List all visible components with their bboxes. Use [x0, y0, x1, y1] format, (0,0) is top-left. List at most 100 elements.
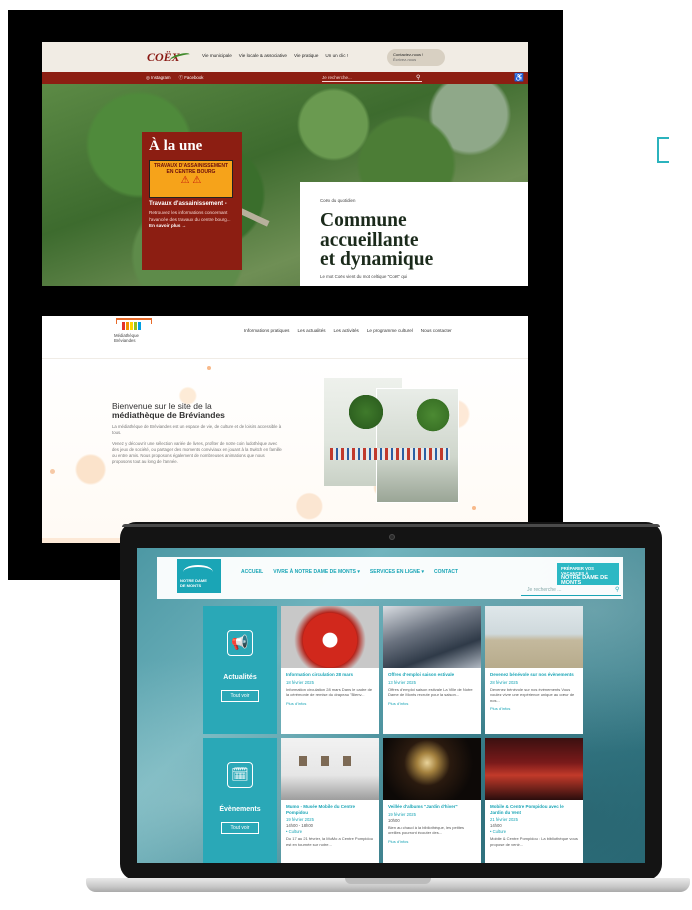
event-card[interactable]: Mobile & Centre Pompidou avec le Jardin …: [485, 738, 583, 863]
nav-informations-pratiques[interactable]: Informations pratiques: [244, 328, 289, 333]
card-text: Mobile & Centre Pompidou : La bibliothèq…: [490, 836, 578, 847]
coex-featured-card[interactable]: À la une TRAVAUX D'ASSAINISSEMENT EN CEN…: [142, 132, 242, 270]
events-tile: 🗓 Évènements Tout voir: [203, 738, 277, 863]
megaphone-icon: 📢: [227, 630, 253, 656]
laptop-screen: NOTRE DAME DE MONTS ACCUEIL VIVRE À NOTR…: [137, 548, 645, 863]
facebook-link[interactable]: ⓕ Facebook: [179, 75, 204, 81]
cta-strong: NOTRE DAME DE MONTS: [561, 575, 608, 586]
search-underline: [521, 595, 621, 596]
ndm-header: NOTRE DAME DE MONTS ACCUEIL VIVRE À NOTR…: [157, 557, 623, 599]
ndm-logo[interactable]: NOTRE DAME DE MONTS: [177, 559, 221, 593]
intro-lead: Le mot Coëx vient du mot celtique "Coët"…: [320, 273, 408, 279]
welcome-paragraph-2: Venez y découvrir une sélection variée d…: [112, 441, 282, 464]
logo-book-shape: [130, 322, 133, 330]
event-card[interactable]: Mumo - Musée Mobile du Centre Pompidou 1…: [281, 738, 379, 863]
artwork-shape: [343, 756, 351, 766]
card-category: • Culture: [286, 829, 303, 834]
accessibility-icon[interactable]: ♿: [514, 73, 524, 82]
laptop-opening-notch: [345, 878, 431, 884]
card-text: Devenez bénévole sur nos évènements Vous…: [490, 686, 575, 703]
ndm-main-nav: ACCUEIL VIVRE À NOTRE DAME DE MONTS ▾ SE…: [241, 569, 458, 575]
featured-card-text: Retrouvez les informations concernant l'…: [149, 210, 235, 230]
events-tile-title: Évènements: [219, 806, 261, 813]
wave-icon: [183, 565, 213, 579]
card-more-link[interactable]: Plus d'infos: [286, 701, 374, 706]
ndm-logo-text: NOTRE DAME DE MONTS: [180, 578, 207, 588]
coex-website-screenshot: COËX Vie municipale Vie locale & associa…: [42, 42, 528, 286]
intro-headline: Commune accueillante et dynamique: [320, 210, 434, 270]
nav-vivre-a-ndm[interactable]: VIVRE À NOTRE DAME DE MONTS ▾: [273, 569, 360, 575]
instagram-label: Instagram: [151, 75, 171, 80]
search-icon[interactable]: ⚲: [416, 74, 420, 81]
ndm-search-input[interactable]: Je recherche ...: [527, 587, 561, 593]
coex-header: COËX Vie municipale Vie locale & associa…: [42, 42, 528, 72]
beach-volunteers-image: [485, 606, 583, 668]
read-more-link[interactable]: En savoir plus →: [149, 223, 186, 228]
news-see-all-button[interactable]: Tout voir: [221, 690, 259, 702]
decorative-dot: [50, 469, 55, 474]
card-more-link[interactable]: Plus d'infos: [388, 701, 476, 706]
mediatheque-logo-text[interactable]: Médiathèque Bréviandes: [114, 333, 139, 343]
coex-main-nav: Vie municipale Vie locale & associative …: [202, 53, 348, 58]
works-sign-image: TRAVAUX D'ASSAINISSEMENT EN CENTRE BOURG…: [149, 160, 233, 198]
teal-bracket-decoration: [657, 137, 669, 163]
works-sign-text: TRAVAUX D'ASSAINISSEMENT EN CENTRE BOURG: [153, 163, 229, 175]
card-date: 18 février 2025: [286, 679, 314, 685]
plant-shape: [346, 392, 386, 432]
bookshelves-shape: [330, 448, 450, 460]
search-icon[interactable]: ⚲: [615, 586, 619, 593]
card-text: Information circulation 28 mars Dans le …: [286, 686, 373, 698]
coex-nav-vie-locale[interactable]: Vie locale & associative: [239, 53, 287, 58]
coex-nav-vie-municipale[interactable]: Vie municipale: [202, 53, 232, 58]
coex-contact-button[interactable]: Contactez-nous ! Écrivez-nous: [387, 49, 445, 66]
nav-actualites[interactable]: Les actualités: [297, 328, 325, 333]
mediatheque-nav: Informations pratiques Les actualités Le…: [244, 328, 452, 333]
facebook-label: Facebook: [184, 75, 204, 80]
artwork-shape: [321, 756, 329, 766]
coex-search-underline: [322, 81, 422, 82]
webcam-icon: [389, 534, 395, 540]
news-card[interactable]: Devenez bénévole sur nos évènements 28 f…: [485, 606, 583, 734]
coex-nav-un-clic[interactable]: Un un clic !: [325, 53, 348, 58]
event-card[interactable]: Veillée d'albums "Jardin d'hiver" 19 fév…: [383, 738, 481, 863]
card-title: Veillée d'albums "Jardin d'hiver": [388, 804, 458, 809]
card-date: 19 février 2025: [388, 811, 416, 817]
intro-kicker: Coëx du quotidien: [320, 198, 356, 203]
featured-card-body: Retrouvez les informations concernant l'…: [149, 210, 231, 222]
card-more-link[interactable]: Plus d'infos: [388, 839, 476, 844]
card-more-link[interactable]: Plus d'infos: [490, 706, 578, 711]
card-time: 10h00: [388, 817, 400, 823]
nav-contact[interactable]: Nous contacter: [421, 328, 452, 333]
card-text: Bien au chaud à la bibliothèque, les pet…: [388, 824, 465, 836]
news-card[interactable]: Offres d'emploi saison estivale 13 févri…: [383, 606, 481, 734]
coex-intro-panel: Coëx du quotidien Commune accueillante e…: [300, 182, 528, 286]
card-category: • Culture: [490, 829, 507, 834]
nav-activites[interactable]: Les activités: [334, 328, 359, 333]
events-see-all-button[interactable]: Tout voir: [221, 822, 259, 834]
card-time: 14h00 - 18h00: [286, 823, 314, 828]
news-card[interactable]: Information circulation 28 mars 18 févri…: [281, 606, 379, 734]
nav-services-en-ligne[interactable]: SERVICES EN LIGNE ▾: [370, 569, 424, 575]
laptop-typing-image: [383, 606, 481, 668]
coex-utility-bar: ◎ Instagram ⓕ Facebook Je recherche... ⚲…: [42, 72, 528, 84]
news-tile: 📢 Actualités Tout voir: [203, 606, 277, 734]
instagram-link[interactable]: ◎ Instagram: [146, 75, 171, 81]
coex-search-input[interactable]: Je recherche...: [322, 75, 352, 80]
coex-contact-sub: Écrivez-nous: [393, 57, 417, 62]
laptop-bezel-highlight: [122, 524, 660, 527]
welcome-paragraph-1: La médiathèque de Bréviandes est un espa…: [112, 424, 282, 435]
plant-shape: [414, 396, 452, 434]
logo-book-shape: [122, 322, 125, 330]
reading-in-dark-image: [383, 738, 481, 800]
warning-icon: ⚠ ⚠: [180, 175, 202, 186]
nav-programme-culturel[interactable]: Le programme culturel: [367, 328, 413, 333]
card-text: Offres d'emploi saison estivale La Ville…: [388, 686, 473, 698]
no-entry-sign-image: [281, 606, 379, 668]
card-date: 13 février 2025: [388, 679, 416, 685]
coex-nav-vie-pratique[interactable]: Vie pratique: [294, 53, 318, 58]
nav-contact[interactable]: CONTACT: [434, 569, 458, 575]
prepare-holidays-button[interactable]: PRÉPARER VOS VACANCES À NOTRE DAME DE MO…: [557, 563, 619, 586]
featured-card-subtitle: Travaux d'assainissement -: [149, 201, 227, 207]
red-installation-image: [485, 738, 583, 800]
nav-accueil[interactable]: ACCUEIL: [241, 569, 263, 575]
